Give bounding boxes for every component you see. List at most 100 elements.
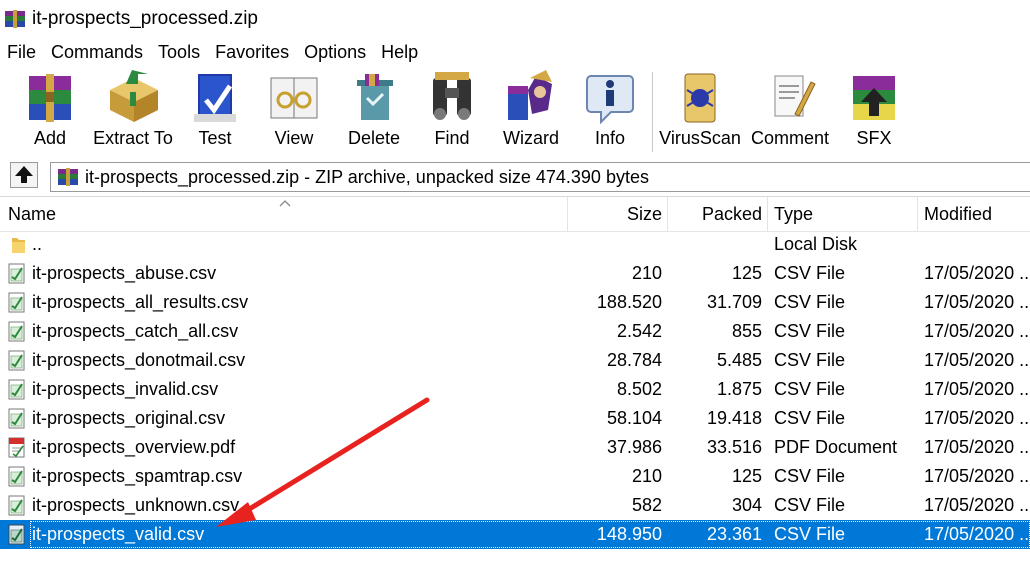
- toolbar: Add Extract To Test View Delete Find Wiz…: [0, 66, 1030, 156]
- file-row[interactable]: it-prospects_overview.pdf 37.986 33.516 …: [0, 433, 1030, 462]
- menu-favorites[interactable]: Favorites: [208, 38, 297, 66]
- file-type: CSV File: [774, 292, 846, 312]
- file-row[interactable]: it-prospects_invalid.csv 8.502 1.875 CSV…: [0, 375, 1030, 404]
- file-modified: 17/05/2020 ..: [924, 321, 1030, 341]
- virus-scan-button[interactable]: VirusScan: [658, 66, 742, 156]
- file-type: Local Disk: [774, 234, 858, 254]
- file-row-selected[interactable]: it-prospects_valid.csv 148.950 23.361 CS…: [0, 520, 1030, 549]
- file-type: CSV File: [774, 524, 846, 544]
- delete-button[interactable]: Delete: [336, 66, 412, 156]
- archive-path-field[interactable]: it-prospects_processed.zip - ZIP archive…: [50, 162, 1030, 192]
- file-size: 148.950: [596, 524, 662, 544]
- delete-label: Delete: [347, 128, 401, 148]
- file-size: 188.520: [596, 292, 662, 312]
- file-size: 2.542: [616, 321, 662, 341]
- view-icon: [270, 77, 318, 119]
- test-archive-icon: [194, 74, 236, 122]
- file-modified: 17/05/2020 ..: [924, 495, 1030, 515]
- file-packed: 31.709: [706, 292, 762, 312]
- find-button[interactable]: Find: [414, 66, 490, 156]
- file-type: CSV File: [774, 408, 846, 428]
- file-size: [570, 230, 662, 259]
- delete-icon: [357, 74, 393, 120]
- file-name: it-prospects_all_results.csv: [32, 292, 249, 312]
- file-row[interactable]: it-prospects_donotmail.csv 28.784 5.485 …: [0, 346, 1030, 375]
- file-type: PDF Document: [774, 437, 898, 457]
- csv-file-icon: [8, 263, 25, 284]
- csv-file-icon: [8, 408, 25, 429]
- menu-options[interactable]: Options: [297, 38, 374, 66]
- sfx-button[interactable]: SFX: [836, 66, 912, 156]
- csv-file-icon: [8, 379, 25, 400]
- test-button[interactable]: Test: [178, 66, 252, 156]
- column-modified[interactable]: Modified: [924, 197, 1030, 231]
- csv-file-icon: [8, 292, 25, 313]
- file-size: 8.502: [616, 379, 662, 399]
- file-size: 37.986: [606, 437, 662, 457]
- test-label: Test: [198, 128, 232, 148]
- file-type: CSV File: [774, 350, 846, 370]
- info-label: Info: [594, 128, 626, 148]
- comment-button[interactable]: Comment: [748, 66, 832, 156]
- file-row[interactable]: it-prospects_unknown.csv 582 304 CSV Fil…: [0, 491, 1030, 520]
- csv-file-icon: [8, 350, 25, 371]
- file-modified: 17/05/2020 ..: [924, 292, 1030, 312]
- file-size: 582: [631, 495, 662, 515]
- menu-file[interactable]: File: [0, 38, 44, 66]
- file-packed: 304: [731, 495, 762, 515]
- column-size[interactable]: Size: [570, 197, 662, 231]
- file-modified: 17/05/2020 ..: [924, 524, 1030, 544]
- column-type[interactable]: Type: [774, 197, 914, 231]
- file-packed: 855: [731, 321, 762, 341]
- file-row[interactable]: it-prospects_original.csv 58.104 19.418 …: [0, 404, 1030, 433]
- comment-icon: [774, 75, 816, 117]
- file-modified: 17/05/2020 ..: [924, 466, 1030, 486]
- parent-folder-row[interactable]: .. Local Disk: [0, 230, 1030, 259]
- folder-icon: [12, 238, 25, 253]
- column-separator[interactable]: [567, 197, 568, 231]
- window-title: it-prospects_processed.zip: [32, 8, 258, 29]
- wizard-button[interactable]: Wizard: [492, 66, 570, 156]
- view-label: View: [274, 128, 314, 148]
- file-name: it-prospects_abuse.csv: [32, 263, 217, 283]
- wizard-icon: [508, 70, 552, 120]
- find-label: Find: [434, 128, 470, 148]
- add-button[interactable]: Add: [10, 66, 90, 156]
- file-name: it-prospects_donotmail.csv: [32, 350, 246, 370]
- file-modified: 17/05/2020 ..: [924, 350, 1030, 370]
- menu-tools[interactable]: Tools: [151, 38, 208, 66]
- virus-scan-label: VirusScan: [659, 128, 741, 148]
- csv-file-icon: [8, 495, 25, 516]
- file-modified: 17/05/2020 ..: [924, 379, 1030, 399]
- wizard-label: Wizard: [502, 128, 559, 148]
- file-row[interactable]: it-prospects_spamtrap.csv 210 125 CSV Fi…: [0, 462, 1030, 491]
- extract-to-button[interactable]: Extract To: [92, 66, 174, 156]
- file-name: ..: [32, 234, 43, 254]
- file-row[interactable]: it-prospects_catch_all.csv 2.542 855 CSV…: [0, 317, 1030, 346]
- up-arrow-icon: [15, 166, 33, 183]
- file-name: it-prospects_spamtrap.csv: [32, 466, 243, 486]
- column-separator[interactable]: [767, 197, 768, 231]
- column-packed[interactable]: Packed: [668, 197, 762, 231]
- view-button[interactable]: View: [256, 66, 332, 156]
- column-separator[interactable]: [917, 197, 918, 231]
- pdf-file-icon: [8, 437, 25, 458]
- address-bar: it-prospects_processed.zip - ZIP archive…: [0, 156, 1030, 197]
- up-one-level-button[interactable]: [10, 162, 38, 188]
- file-size: 28.784: [606, 350, 662, 370]
- file-modified: 17/05/2020 ..: [924, 408, 1030, 428]
- file-list[interactable]: Name Size Packed Type Modified .. Local …: [0, 197, 1030, 571]
- menu-help[interactable]: Help: [374, 38, 426, 66]
- csv-file-icon: [8, 466, 25, 487]
- info-button[interactable]: Info: [574, 66, 646, 156]
- csv-file-icon: [8, 321, 25, 342]
- file-row[interactable]: it-prospects_abuse.csv 210 125 CSV File …: [0, 259, 1030, 288]
- file-row[interactable]: it-prospects_all_results.csv 188.520 31.…: [0, 288, 1030, 317]
- file-modified: 17/05/2020 ..: [924, 263, 1030, 283]
- menu-commands[interactable]: Commands: [44, 38, 151, 66]
- column-header: Name Size Packed Type Modified: [0, 197, 1030, 232]
- file-name: it-prospects_original.csv: [32, 408, 226, 428]
- info-icon: [586, 75, 634, 125]
- file-type: CSV File: [774, 495, 846, 515]
- file-packed: [668, 230, 762, 259]
